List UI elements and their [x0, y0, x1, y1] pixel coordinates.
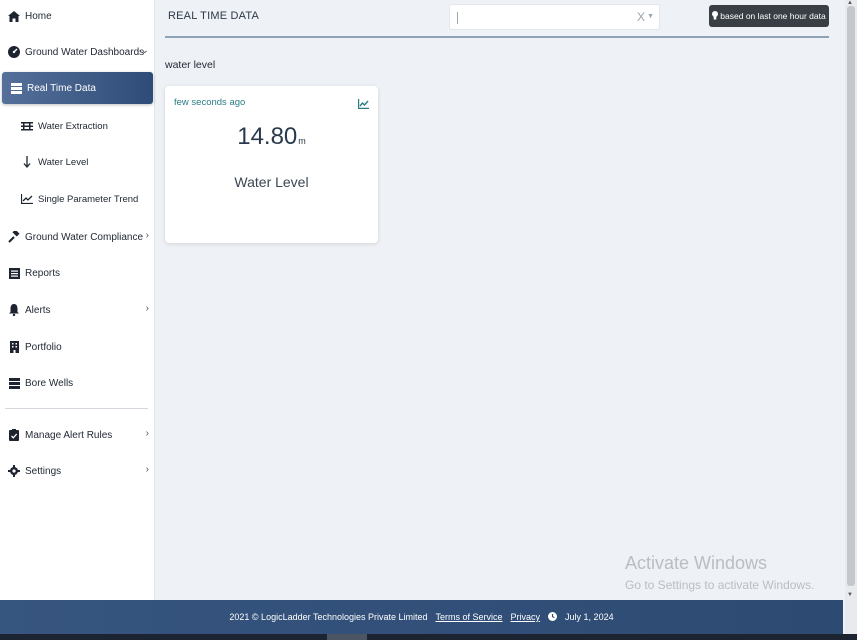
- sidebar-item-reports[interactable]: Reports: [0, 258, 155, 288]
- chevron-down-icon: ⌄: [140, 45, 149, 56]
- activate-windows-watermark: Activate Windows Go to Settings to activ…: [625, 553, 814, 592]
- clock-icon: [548, 611, 558, 623]
- chevron-right-icon: ›: [145, 428, 149, 439]
- device-select[interactable]: X ▼: [449, 4, 660, 30]
- clear-icon[interactable]: X: [637, 10, 645, 24]
- topbar: REAL TIME DATA X ▼ based on last one hou…: [155, 0, 845, 38]
- sidebar-item-water-level[interactable]: Water Level: [0, 147, 155, 177]
- sidebar-item-label: Ground Water Dashboards: [25, 46, 145, 58]
- home-icon: [7, 9, 21, 23]
- clipboard-check-icon: [7, 428, 21, 442]
- bell-icon: [7, 303, 21, 317]
- metric-value: 14.80: [237, 123, 298, 150]
- section-label: water level: [165, 59, 216, 71]
- terms-link[interactable]: Terms of Service: [436, 612, 503, 622]
- sidebar-item-label: Single Parameter Trend: [38, 193, 139, 205]
- report-icon: [7, 266, 21, 280]
- sidebar-item-label: Water Extraction: [38, 120, 108, 132]
- chevron-right-icon: ›: [145, 230, 149, 241]
- taskbar-strip: [0, 634, 857, 640]
- watermark-title: Activate Windows: [625, 553, 768, 573]
- sidebar-item-label: Settings: [25, 465, 62, 477]
- metric-unit: m: [298, 136, 306, 146]
- gear-icon: [7, 464, 21, 478]
- scroll-down-icon[interactable]: ▼: [847, 592, 853, 598]
- footer: 2021 © LogicLadder Technologies Private …: [0, 600, 843, 634]
- bars-icon: [20, 119, 34, 133]
- lightbulb-icon: [712, 10, 719, 22]
- info-badge: based on last one hour data: [709, 5, 829, 27]
- page-title: REAL TIME DATA: [168, 10, 260, 22]
- arrow-down-icon: [20, 155, 34, 169]
- info-badge-text: based on last one hour data: [720, 11, 826, 21]
- scrollbar[interactable]: ▲ ▼: [845, 0, 857, 634]
- footer-date: July 1, 2024: [565, 612, 614, 622]
- gavel-icon: [7, 230, 21, 244]
- sidebar-item-water-extraction[interactable]: Water Extraction: [0, 111, 155, 141]
- line-chart-icon[interactable]: [358, 96, 369, 114]
- sidebar-item-home[interactable]: Home: [0, 1, 155, 31]
- sidebar-item-ground-water-dashboards[interactable]: Ground Water Dashboards ⌄: [0, 37, 155, 67]
- chevron-right-icon: ›: [145, 464, 149, 475]
- sidebar-item-label: Manage Alert Rules: [25, 429, 113, 441]
- sidebar-item-portfolio[interactable]: Portfolio: [0, 332, 155, 362]
- sidebar-item-label: Home: [25, 10, 52, 22]
- sidebar-item-label: Reports: [25, 267, 61, 279]
- sidebar-item-single-parameter-trend[interactable]: Single Parameter Trend: [0, 184, 155, 214]
- scrollbar-thumb[interactable]: [847, 6, 855, 586]
- sidebar-item-ground-water-compliance[interactable]: Ground Water Compliance ›: [0, 222, 155, 252]
- sidebar-item-alerts[interactable]: Alerts ›: [0, 295, 155, 325]
- sidebar-item-label: Real Time Data: [27, 82, 96, 94]
- watermark-subtitle: Go to Settings to activate Windows.: [625, 578, 815, 592]
- text-cursor: [457, 12, 458, 24]
- privacy-link[interactable]: Privacy: [511, 612, 541, 622]
- title-underline: [165, 36, 829, 38]
- dashboard-icon: [7, 45, 21, 59]
- sidebar-item-label: Water Level: [38, 156, 89, 168]
- sidebar-item-label: Bore Wells: [25, 377, 74, 389]
- sidebar-item-label: Portfolio: [25, 341, 62, 353]
- metric-label: Water Level: [234, 174, 309, 190]
- line-chart-icon: [20, 192, 34, 206]
- sidebar-item-settings[interactable]: Settings ›: [0, 456, 155, 486]
- database-icon: [9, 81, 23, 95]
- caret-down-icon[interactable]: ▼: [647, 13, 654, 20]
- taskbar-tab[interactable]: [327, 634, 367, 640]
- metric-value-row: 14.80m: [165, 123, 378, 151]
- copyright-text: 2021 © LogicLadder Technologies Private …: [229, 612, 428, 622]
- building-icon: [7, 340, 21, 354]
- sidebar-item-manage-alert-rules[interactable]: Manage Alert Rules ›: [0, 420, 155, 450]
- sidebar: Home Ground Water Dashboards ⌄ Real Time…: [0, 0, 155, 600]
- chevron-right-icon: ›: [145, 303, 149, 314]
- sidebar-item-real-time-data[interactable]: Real Time Data: [2, 72, 153, 104]
- sidebar-item-bore-wells[interactable]: Bore Wells: [0, 368, 155, 398]
- sidebar-divider: [5, 408, 148, 409]
- sidebar-item-label: Alerts: [25, 304, 51, 316]
- stack-icon: [7, 376, 21, 390]
- last-updated: few seconds ago: [174, 97, 246, 108]
- sidebar-item-label: Ground Water Compliance: [25, 231, 144, 243]
- water-level-card: few seconds ago 14.80m Water Level: [165, 86, 378, 243]
